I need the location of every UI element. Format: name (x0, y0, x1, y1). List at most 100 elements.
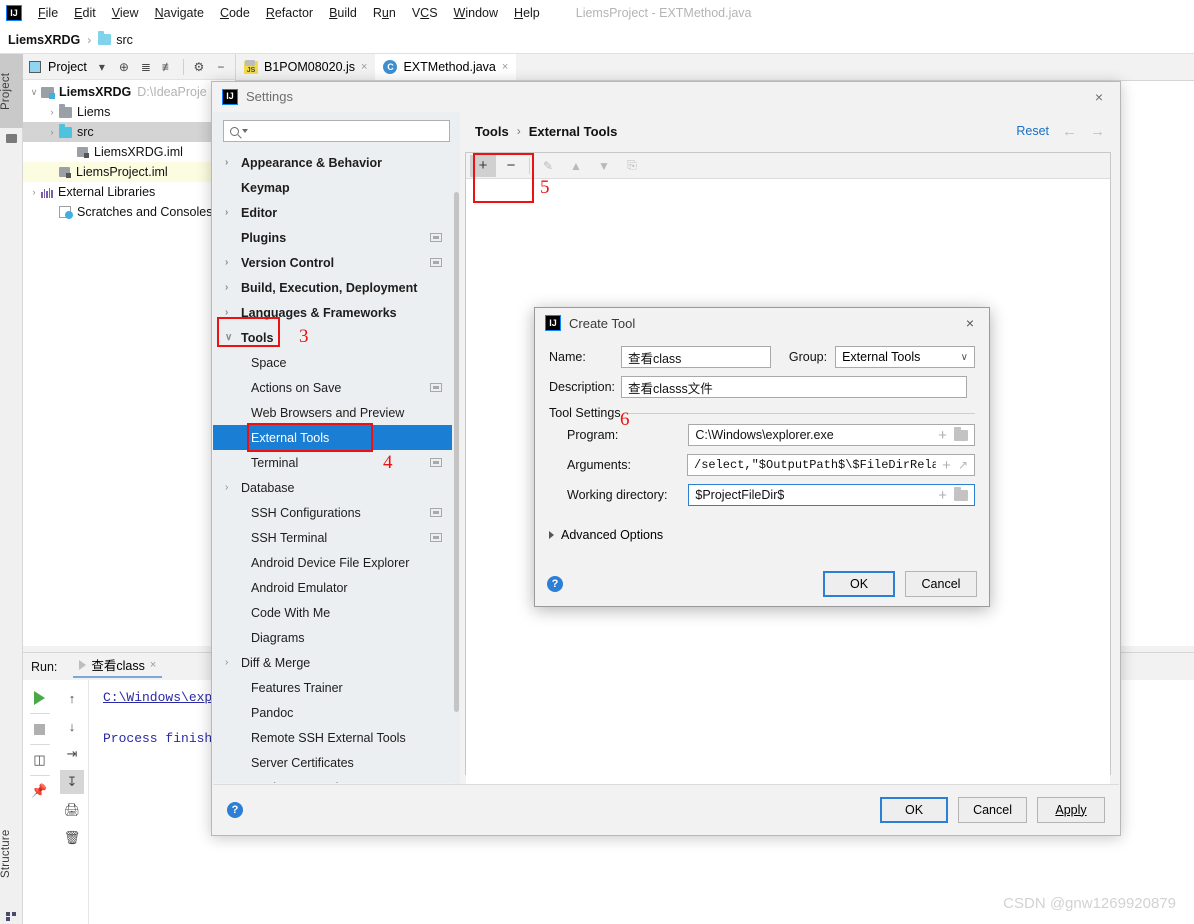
breadcrumb-parent[interactable]: Tools (475, 124, 509, 139)
browse-folder-icon[interactable] (954, 426, 968, 441)
chevron-toggle-icon[interactable]: › (225, 157, 241, 168)
project-tree-item[interactable]: LiemsXRDG.iml (23, 142, 235, 162)
settings-tree-item-terminal[interactable]: Terminal (213, 450, 452, 475)
settings-tree-item-database[interactable]: › Database (213, 475, 452, 500)
nav-back-icon[interactable]: ← (1062, 123, 1077, 140)
search-input[interactable] (223, 120, 450, 142)
stop-button[interactable] (28, 717, 52, 741)
menu-build[interactable]: Build (321, 3, 365, 23)
settings-tree-item-keymap[interactable]: Keymap (213, 175, 452, 200)
create-tool-cancel-button[interactable]: Cancel (905, 571, 977, 597)
breadcrumb-item-src[interactable]: src (116, 33, 133, 47)
chevron-toggle-icon[interactable]: › (27, 187, 41, 197)
close-icon[interactable]: × (150, 659, 156, 671)
scroll-to-end-icon[interactable]: ↧ (60, 770, 84, 794)
hide-icon[interactable]: − (211, 57, 231, 77)
project-tree-item[interactable]: › Liems (23, 102, 235, 122)
gear-icon[interactable]: ⚙ (189, 57, 209, 77)
settings-tree-item-editor[interactable]: › Editor (213, 200, 452, 225)
close-icon[interactable]: × (1088, 88, 1110, 106)
chevron-toggle-icon[interactable]: › (225, 657, 241, 668)
move-down-button[interactable]: ▼ (591, 155, 617, 177)
chevron-toggle-icon[interactable]: › (45, 107, 59, 117)
settings-ok-button[interactable]: OK (880, 796, 949, 823)
settings-tree-item-build-execution-deployment[interactable]: › Build, Execution, Deployment (213, 275, 452, 300)
chevron-down-icon[interactable]: ▾ (92, 57, 112, 77)
up-arrow-icon[interactable]: ↑ (60, 686, 84, 710)
settings-tree-item-plugins[interactable]: Plugins (213, 225, 452, 250)
project-tree-item[interactable]: › src (23, 122, 235, 142)
arguments-field[interactable]: /select,"$OutputPath$\$FileDirRela + ↗ (687, 454, 975, 476)
menu-navigate[interactable]: Navigate (147, 3, 212, 23)
description-field[interactable]: 查看classs文件 (621, 376, 967, 398)
editor-tab-b1pom08020[interactable]: JS B1POM08020.js × (236, 54, 376, 80)
settings-apply-button[interactable]: Apply (1037, 796, 1105, 823)
settings-tree-item-ssh-terminal[interactable]: SSH Terminal (213, 525, 452, 550)
settings-tree-item-space[interactable]: Space (213, 350, 452, 375)
menu-vcs[interactable]: VCS (404, 3, 446, 23)
insert-macro-icon[interactable]: + (932, 427, 947, 444)
settings-tree-item-appearance-behavior[interactable]: › Appearance & Behavior (213, 150, 452, 175)
chevron-toggle-icon[interactable]: › (225, 207, 241, 218)
settings-tree-item-android-emulator[interactable]: Android Emulator (213, 575, 452, 600)
reset-link[interactable]: Reset (1016, 124, 1049, 138)
collapse-all-icon[interactable]: ≢ (158, 57, 178, 77)
editor-tab-extmethod[interactable]: C EXTMethod.java × (375, 54, 517, 80)
settings-tree-item-diff-merge[interactable]: › Diff & Merge (213, 650, 452, 675)
chevron-toggle-icon[interactable]: › (45, 127, 59, 137)
chevron-toggle-icon[interactable]: › (225, 482, 241, 493)
sidebar-tab-structure[interactable]: Structure (0, 814, 23, 894)
expand-editor-icon[interactable]: ↗ (958, 458, 968, 472)
settings-tree-scrollbar[interactable] (453, 152, 460, 792)
settings-tree-item-web-browsers-and-preview[interactable]: Web Browsers and Preview (213, 400, 452, 425)
program-field[interactable]: C:\Windows\explorer.exe + (688, 424, 975, 446)
project-tree-item[interactable]: Scratches and Consoles (23, 202, 235, 222)
working-directory-field[interactable]: $ProjectFileDir$ + (688, 484, 975, 506)
settings-tree-item-pandoc[interactable]: Pandoc (213, 700, 452, 725)
menu-file[interactable]: File (30, 3, 66, 23)
print-icon[interactable]: 🖨 (60, 798, 84, 822)
project-tree-item[interactable]: LiemsProject.iml (23, 162, 235, 182)
settings-tree-item-android-device-file-explorer[interactable]: Android Device File Explorer (213, 550, 452, 575)
move-up-button[interactable]: ▲ (563, 155, 589, 177)
sidebar-tab-project[interactable]: Project (0, 54, 23, 128)
close-icon[interactable]: × (502, 61, 508, 73)
menu-edit[interactable]: Edit (66, 3, 104, 23)
project-tree-item[interactable]: › External Libraries (23, 182, 235, 202)
create-tool-ok-button[interactable]: OK (823, 571, 895, 597)
menu-refactor[interactable]: Refactor (258, 3, 321, 23)
advanced-options-row[interactable]: Advanced Options (549, 528, 975, 542)
chevron-toggle-icon[interactable]: › (225, 282, 241, 293)
locate-file-icon[interactable]: ⊕ (114, 57, 134, 77)
insert-macro-icon[interactable]: + (936, 457, 951, 474)
menu-help[interactable]: Help (506, 3, 548, 23)
settings-tree-item-ssh-configurations[interactable]: SSH Configurations (213, 500, 452, 525)
menu-view[interactable]: View (104, 3, 147, 23)
help-icon[interactable]: ? (547, 576, 563, 592)
name-field[interactable]: 查看class (620, 346, 771, 368)
close-icon[interactable]: × (959, 314, 981, 332)
settings-tree-item-code-with-me[interactable]: Code With Me (213, 600, 452, 625)
copy-tool-button[interactable]: ⎘ (619, 155, 645, 177)
breadcrumb-project[interactable]: LiemsXRDG (8, 33, 80, 47)
edit-tool-button[interactable]: ✎ (535, 155, 561, 177)
settings-tree-item-actions-on-save[interactable]: Actions on Save (213, 375, 452, 400)
project-tree-item[interactable]: ∨ LiemsXRDG D:\IdeaProje (23, 82, 235, 102)
expand-all-icon[interactable]: ≣ (136, 57, 156, 77)
down-arrow-icon[interactable]: ↓ (60, 714, 84, 738)
menu-code[interactable]: Code (212, 3, 258, 23)
chevron-toggle-icon[interactable]: › (225, 257, 241, 268)
settings-tree-item-version-control[interactable]: › Version Control (213, 250, 452, 275)
settings-cancel-button[interactable]: Cancel (958, 796, 1027, 823)
nav-forward-icon[interactable]: → (1090, 123, 1105, 140)
browse-folder-icon[interactable] (954, 486, 968, 501)
menu-run[interactable]: Run (365, 3, 404, 23)
soft-wrap-icon[interactable]: ⇥ (60, 742, 84, 766)
rerun-button[interactable] (28, 686, 52, 710)
close-icon[interactable]: × (361, 61, 367, 73)
chevron-down-icon[interactable] (242, 129, 248, 133)
chevron-toggle-icon[interactable]: ∨ (27, 87, 41, 98)
settings-tree-item-remote-ssh-external-tools[interactable]: Remote SSH External Tools (213, 725, 452, 750)
run-tab-chakan-class[interactable]: 查看class × (73, 655, 163, 678)
menu-window[interactable]: Window (446, 3, 506, 23)
